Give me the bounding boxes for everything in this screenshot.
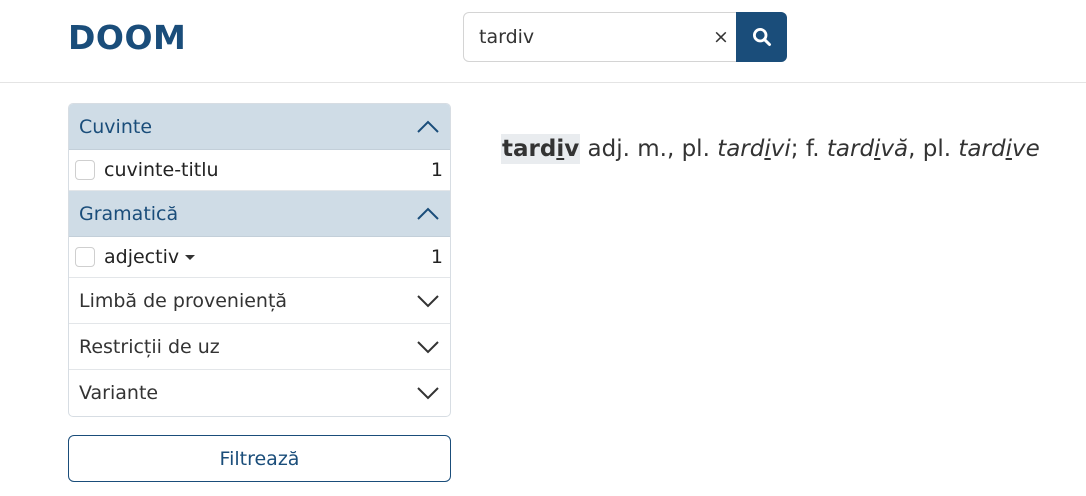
filter-button[interactable]: Filtrează bbox=[68, 435, 451, 482]
entry-pos: adj. m., pl. bbox=[580, 136, 718, 162]
filter-header-restrictii-de-uz[interactable]: Restricții de uz bbox=[69, 324, 450, 370]
entry-separator: ; f. bbox=[790, 136, 827, 162]
form-part: tard bbox=[826, 136, 875, 162]
caret-down-icon[interactable] bbox=[185, 255, 196, 260]
filter-header-variante[interactable]: Variante bbox=[69, 370, 450, 416]
chevron-down-icon bbox=[417, 294, 439, 307]
filter-header-label: Gramatică bbox=[79, 202, 179, 225]
form-part: vă bbox=[880, 136, 909, 162]
checkbox-adjectiv[interactable] bbox=[75, 247, 95, 267]
entry-separator: , pl. bbox=[908, 136, 959, 162]
filter-row-label: cuvinte-titlu bbox=[104, 159, 219, 181]
entry-plural-m: tardivi bbox=[717, 136, 791, 162]
filter-header-label: Restricții de uz bbox=[79, 335, 220, 358]
site-logo[interactable]: DOOM bbox=[68, 18, 186, 57]
filter-header-label: Limbă de proveniență bbox=[79, 289, 288, 312]
headword-part: tard bbox=[502, 136, 557, 162]
clear-search-button[interactable]: × bbox=[709, 25, 733, 49]
chevron-down-icon bbox=[417, 387, 439, 400]
search-box: × bbox=[463, 12, 787, 62]
form-part: ve bbox=[1011, 136, 1040, 162]
search-icon bbox=[752, 27, 771, 46]
form-part: vi bbox=[770, 136, 791, 162]
chevron-down-icon bbox=[417, 340, 439, 353]
filter-header-limba-de-provenienta[interactable]: Limbă de proveniență bbox=[69, 278, 450, 324]
filters-panel: Cuvinte cuvinte-titlu 1 Gramatică adject… bbox=[68, 103, 451, 417]
filter-header-cuvinte[interactable]: Cuvinte bbox=[69, 104, 450, 150]
chevron-up-icon bbox=[417, 120, 439, 133]
form-part: tard bbox=[958, 136, 1006, 162]
search-input[interactable] bbox=[464, 13, 712, 61]
filter-row-label-wrap: adjectiv bbox=[104, 246, 431, 268]
site-header: DOOM × bbox=[0, 0, 1086, 83]
filter-header-label: Cuvinte bbox=[79, 115, 153, 138]
search-button[interactable] bbox=[736, 12, 787, 62]
filter-row-label: adjectiv bbox=[104, 246, 180, 268]
entry-headword: tardiv bbox=[501, 134, 581, 164]
entry-plural-f: tardive bbox=[958, 136, 1039, 162]
checkbox-cuvinte-titlu[interactable] bbox=[75, 160, 95, 180]
filter-row-adjectiv: adjectiv 1 bbox=[69, 237, 450, 278]
chevron-up-icon bbox=[417, 207, 439, 220]
filter-row-cuvinte-titlu: cuvinte-titlu 1 bbox=[69, 150, 450, 191]
headword-part: v bbox=[564, 136, 580, 162]
entry-feminine: tardivă bbox=[827, 136, 908, 162]
filter-row-count: 1 bbox=[430, 159, 443, 181]
filter-header-label: Variante bbox=[79, 382, 159, 404]
dictionary-entry: tardiv adj. m., pl. tardivi; f. tardivă,… bbox=[501, 134, 1040, 164]
filter-header-gramatica[interactable]: Gramatică bbox=[69, 191, 450, 237]
filter-row-count: 1 bbox=[430, 246, 443, 268]
form-part: tard bbox=[717, 136, 765, 162]
